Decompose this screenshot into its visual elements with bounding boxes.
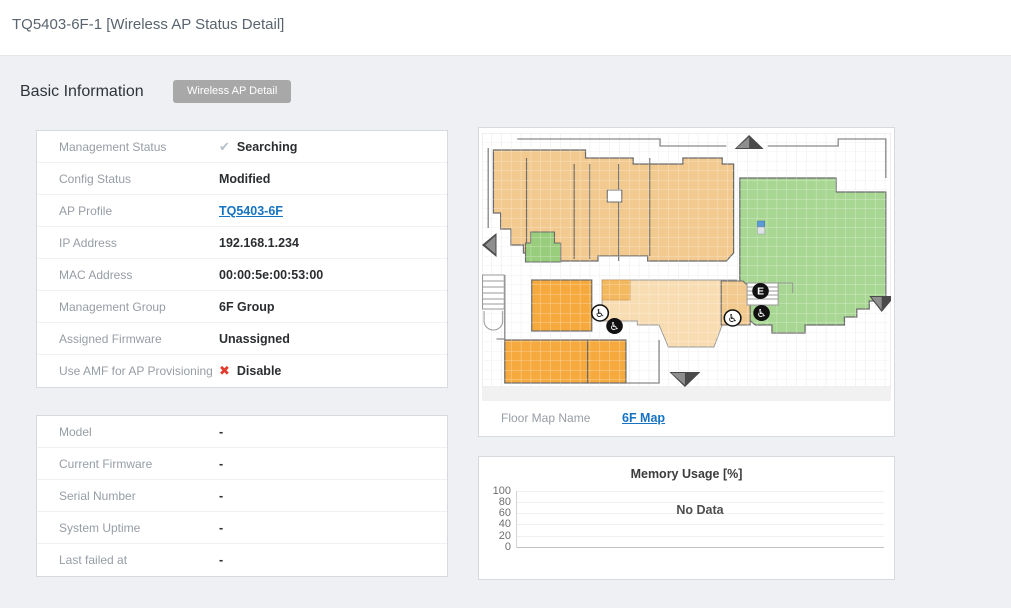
wheelchair-icon-inverse: ♿ (753, 305, 770, 321)
row-label: Model (59, 425, 219, 439)
table-row: Management Status ✔ Searching (37, 131, 447, 163)
svg-text:♿: ♿ (595, 308, 605, 320)
table-row: Model - (37, 416, 447, 448)
svg-text:♿: ♿ (756, 308, 766, 320)
ip-address-value: 192.168.1.234 (219, 236, 299, 250)
section-header: Basic Information (20, 80, 144, 104)
floor-map-panel: ♿ ♿ ♿ ♿ E Floor Map Name 6F Map (478, 127, 895, 437)
wheelchair-icon: ♿ (724, 310, 741, 326)
serial-number-value: - (219, 489, 223, 503)
row-label: MAC Address (59, 268, 219, 282)
table-row: Use AMF for AP Provisioning ✖ Disable (37, 355, 447, 387)
config-status-value: Modified (219, 172, 270, 186)
check-icon: ✔ (219, 139, 230, 155)
y-tick-label: 0 (483, 541, 511, 553)
table-row: System Uptime - (37, 512, 447, 544)
ap-device-icon[interactable] (757, 221, 764, 234)
row-label: Config Status (59, 172, 219, 186)
wheelchair-icon: ♿ (592, 305, 609, 321)
basic-info-table: Management Status ✔ Searching Config Sta… (36, 130, 448, 388)
y-tick-label: 40 (483, 518, 511, 530)
row-value: ✔ Searching (219, 139, 297, 155)
ap-profile-link[interactable]: TQ5403-6F (219, 204, 283, 218)
table-row: AP Profile TQ5403-6F (37, 195, 447, 227)
management-status-value: Searching (237, 140, 297, 154)
table-row: IP Address 192.168.1.234 (37, 227, 447, 259)
row-label: Use AMF for AP Provisioning (59, 364, 219, 378)
elevator-icon: E (752, 283, 769, 299)
memory-usage-panel: Memory Usage [%] 100 80 60 40 20 0 No Da… (478, 456, 895, 580)
management-group-value: 6F Group (219, 300, 275, 314)
gridline (516, 491, 884, 492)
table-row: Management Group 6F Group (37, 291, 447, 323)
section-title: Basic Information (20, 83, 144, 101)
row-label: Management Group (59, 300, 219, 314)
row-label: Current Firmware (59, 457, 219, 471)
table-row: Last failed at - (37, 544, 447, 576)
gridline (516, 524, 884, 525)
model-value: - (219, 425, 223, 439)
table-row: Assigned Firmware Unassigned (37, 323, 447, 355)
memory-chart-plot: 100 80 60 40 20 0 No Data (483, 487, 884, 551)
floor-map-name-label: Floor Map Name (501, 411, 590, 425)
floor-map-link[interactable]: 6F Map (622, 411, 665, 425)
svg-text:E: E (757, 287, 764, 298)
table-row: MAC Address 00:00:5e:00:53:00 (37, 259, 447, 291)
last-failed-value: - (219, 553, 223, 567)
row-label: IP Address (59, 236, 219, 250)
no-data-label: No Data (516, 503, 884, 517)
amf-provisioning-value: Disable (237, 364, 281, 378)
cross-icon: ✖ (219, 363, 230, 379)
row-label: Assigned Firmware (59, 332, 219, 346)
row-label: Management Status (59, 140, 219, 154)
svg-text:♿: ♿ (727, 313, 737, 325)
row-label: Serial Number (59, 489, 219, 503)
gridline-zero (516, 547, 884, 548)
map-footer-strip (482, 387, 891, 401)
table-row: Config Status Modified (37, 163, 447, 195)
mac-address-value: 00:00:5e:00:53:00 (219, 268, 323, 282)
svg-text:♿: ♿ (609, 321, 619, 333)
row-value: ✖ Disable (219, 363, 281, 379)
page-title: TQ5403-6F-1 [Wireless AP Status Detail] (12, 16, 284, 33)
row-value: TQ5403-6F (219, 204, 283, 218)
memory-chart-title: Memory Usage [%] (479, 467, 894, 481)
system-uptime-value: - (219, 521, 223, 535)
row-label: System Uptime (59, 521, 219, 535)
device-info-table: Model - Current Firmware - Serial Number… (36, 415, 448, 577)
table-row: Current Firmware - (37, 448, 447, 480)
wireless-ap-detail-button[interactable]: Wireless AP Detail (173, 80, 291, 103)
wheelchair-icon-inverse: ♿ (606, 318, 623, 334)
window-header: TQ5403-6F-1 [Wireless AP Status Detail] (0, 0, 1011, 56)
current-firmware-value: - (219, 457, 223, 471)
floor-map-name-row: Floor Map Name 6F Map (479, 406, 894, 432)
row-label: AP Profile (59, 204, 219, 218)
floor-map-canvas[interactable]: ♿ ♿ ♿ ♿ E (482, 133, 891, 387)
table-row: Serial Number - (37, 480, 447, 512)
map-grid-overlay (482, 133, 891, 387)
row-label: Last failed at (59, 553, 219, 567)
assigned-firmware-value: Unassigned (219, 332, 290, 346)
gridline (516, 536, 884, 537)
y-axis-line (516, 491, 517, 548)
